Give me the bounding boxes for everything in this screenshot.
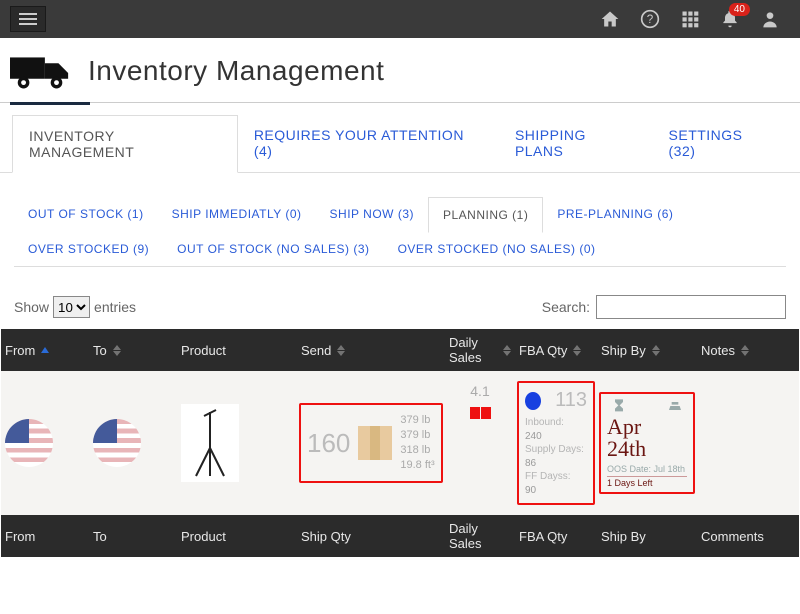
cell-fba: 113 Inbound:240 Supply Days:86 FF Dayss:… <box>515 371 597 515</box>
show-label-post: entries <box>94 299 136 315</box>
send-qty: 160 <box>307 428 350 459</box>
topbar: ? 40 <box>0 0 800 38</box>
cell-from <box>1 371 89 515</box>
ship-icon <box>667 398 683 414</box>
flag-us-icon <box>93 419 141 467</box>
tab-over-stocked[interactable]: OVER STOCKED (9) <box>14 232 163 266</box>
entries-select[interactable]: 10 <box>53 296 90 318</box>
send-stats: 379 lb 379 lb 318 lb 19.8 ft³ <box>400 413 434 472</box>
tab-planning[interactable]: PLANNING (1) <box>428 197 543 233</box>
table-controls: Show 10 entries Search: <box>0 267 800 329</box>
notification-badge: 40 <box>729 3 750 16</box>
cell-product[interactable] <box>177 371 297 515</box>
header-underline <box>10 102 90 105</box>
show-label-pre: Show <box>14 299 49 315</box>
tab-out-of-stock[interactable]: OUT OF STOCK (1) <box>14 197 158 232</box>
search-label: Search: <box>542 299 590 315</box>
menu-button[interactable] <box>10 6 46 32</box>
tab-over-stocked-no-sales[interactable]: OVER STOCKED (NO SALES) (0) <box>384 232 610 266</box>
status-dot-icon <box>525 392 541 410</box>
box-icon <box>358 426 392 460</box>
fcol-from: From <box>1 515 89 557</box>
fba-qty: 113 <box>555 389 587 412</box>
table-footer: From To Product Ship Qty Daily Sales FBA… <box>1 515 799 557</box>
cell-to <box>89 371 177 515</box>
fcol-send: Ship Qty <box>297 515 445 557</box>
oos-date: OOS Date: Jul 18th <box>607 464 687 475</box>
bar-chart-icon <box>470 407 491 419</box>
home-icon[interactable] <box>600 9 620 29</box>
col-send[interactable]: Send <box>297 329 445 371</box>
fcol-product: Product <box>177 515 297 557</box>
col-product[interactable]: Product <box>177 329 297 371</box>
cell-ship-by: Apr24th OOS Date: Jul 18th 1 Days Left <box>597 371 697 515</box>
user-icon[interactable] <box>760 9 780 29</box>
truck-icon <box>10 50 72 92</box>
fcol-ship: Ship By <box>597 515 697 557</box>
hourglass-icon <box>611 398 627 414</box>
help-icon[interactable]: ? <box>640 9 660 29</box>
secondary-tabs: OUT OF STOCK (1) SHIP IMMEDIATLY (0) SHI… <box>14 197 786 267</box>
product-thumbnail <box>181 404 239 482</box>
tab-pre-planning[interactable]: PRE-PLANNING (6) <box>543 197 687 232</box>
col-to[interactable]: To <box>89 329 177 371</box>
search-input[interactable] <box>596 295 786 319</box>
cell-notes[interactable] <box>697 371 797 515</box>
col-ship[interactable]: Ship By <box>597 329 697 371</box>
fcol-to: To <box>89 515 177 557</box>
bell-icon[interactable]: 40 <box>720 9 740 29</box>
tab-requires-attention[interactable]: REQUIRES YOUR ATTENTION (4) <box>238 115 499 172</box>
primary-tabs: INVENTORY MANAGEMENT REQUIRES YOUR ATTEN… <box>0 115 800 173</box>
tab-out-of-stock-no-sales[interactable]: OUT OF STOCK (NO SALES) (3) <box>163 232 383 266</box>
daily-sales-value: 4.1 <box>470 383 489 399</box>
table-row: 160 379 lb 379 lb 318 lb 19.8 ft³ 4.1 <box>1 371 799 515</box>
tab-ship-immediately[interactable]: SHIP IMMEDIATLY (0) <box>158 197 316 232</box>
fcol-daily: Daily Sales <box>445 515 515 557</box>
col-notes[interactable]: Notes <box>697 329 797 371</box>
ship-date: Apr24th <box>607 416 687 460</box>
fcol-fba: FBA Qty <box>515 515 597 557</box>
cell-daily-sales: 4.1 <box>445 371 515 515</box>
table-header: From To Product Send Daily Sales FBA Qty… <box>1 329 799 371</box>
flag-us-icon <box>5 419 53 467</box>
tab-ship-now[interactable]: SHIP NOW (3) <box>316 197 428 232</box>
svg-text:?: ? <box>647 13 654 26</box>
fcol-notes: Comments <box>697 515 797 557</box>
fba-stats: Inbound:240 Supply Days:86 FF Dayss:90 <box>525 416 584 497</box>
page-header: Inventory Management <box>0 38 800 103</box>
page-title: Inventory Management <box>88 55 384 87</box>
apps-icon[interactable] <box>680 9 700 29</box>
col-from[interactable]: From <box>1 329 89 371</box>
cell-send: 160 379 lb 379 lb 318 lb 19.8 ft³ <box>297 371 445 515</box>
tab-inventory-management[interactable]: INVENTORY MANAGEMENT <box>12 115 238 173</box>
col-fba[interactable]: FBA Qty <box>515 329 597 371</box>
col-daily[interactable]: Daily Sales <box>445 329 515 371</box>
tab-settings[interactable]: SETTINGS (32) <box>653 115 788 172</box>
days-left: 1 Days Left <box>607 476 687 488</box>
inventory-table: From To Product Send Daily Sales FBA Qty… <box>1 329 799 557</box>
tab-shipping-plans[interactable]: SHIPPING PLANS <box>499 115 653 172</box>
